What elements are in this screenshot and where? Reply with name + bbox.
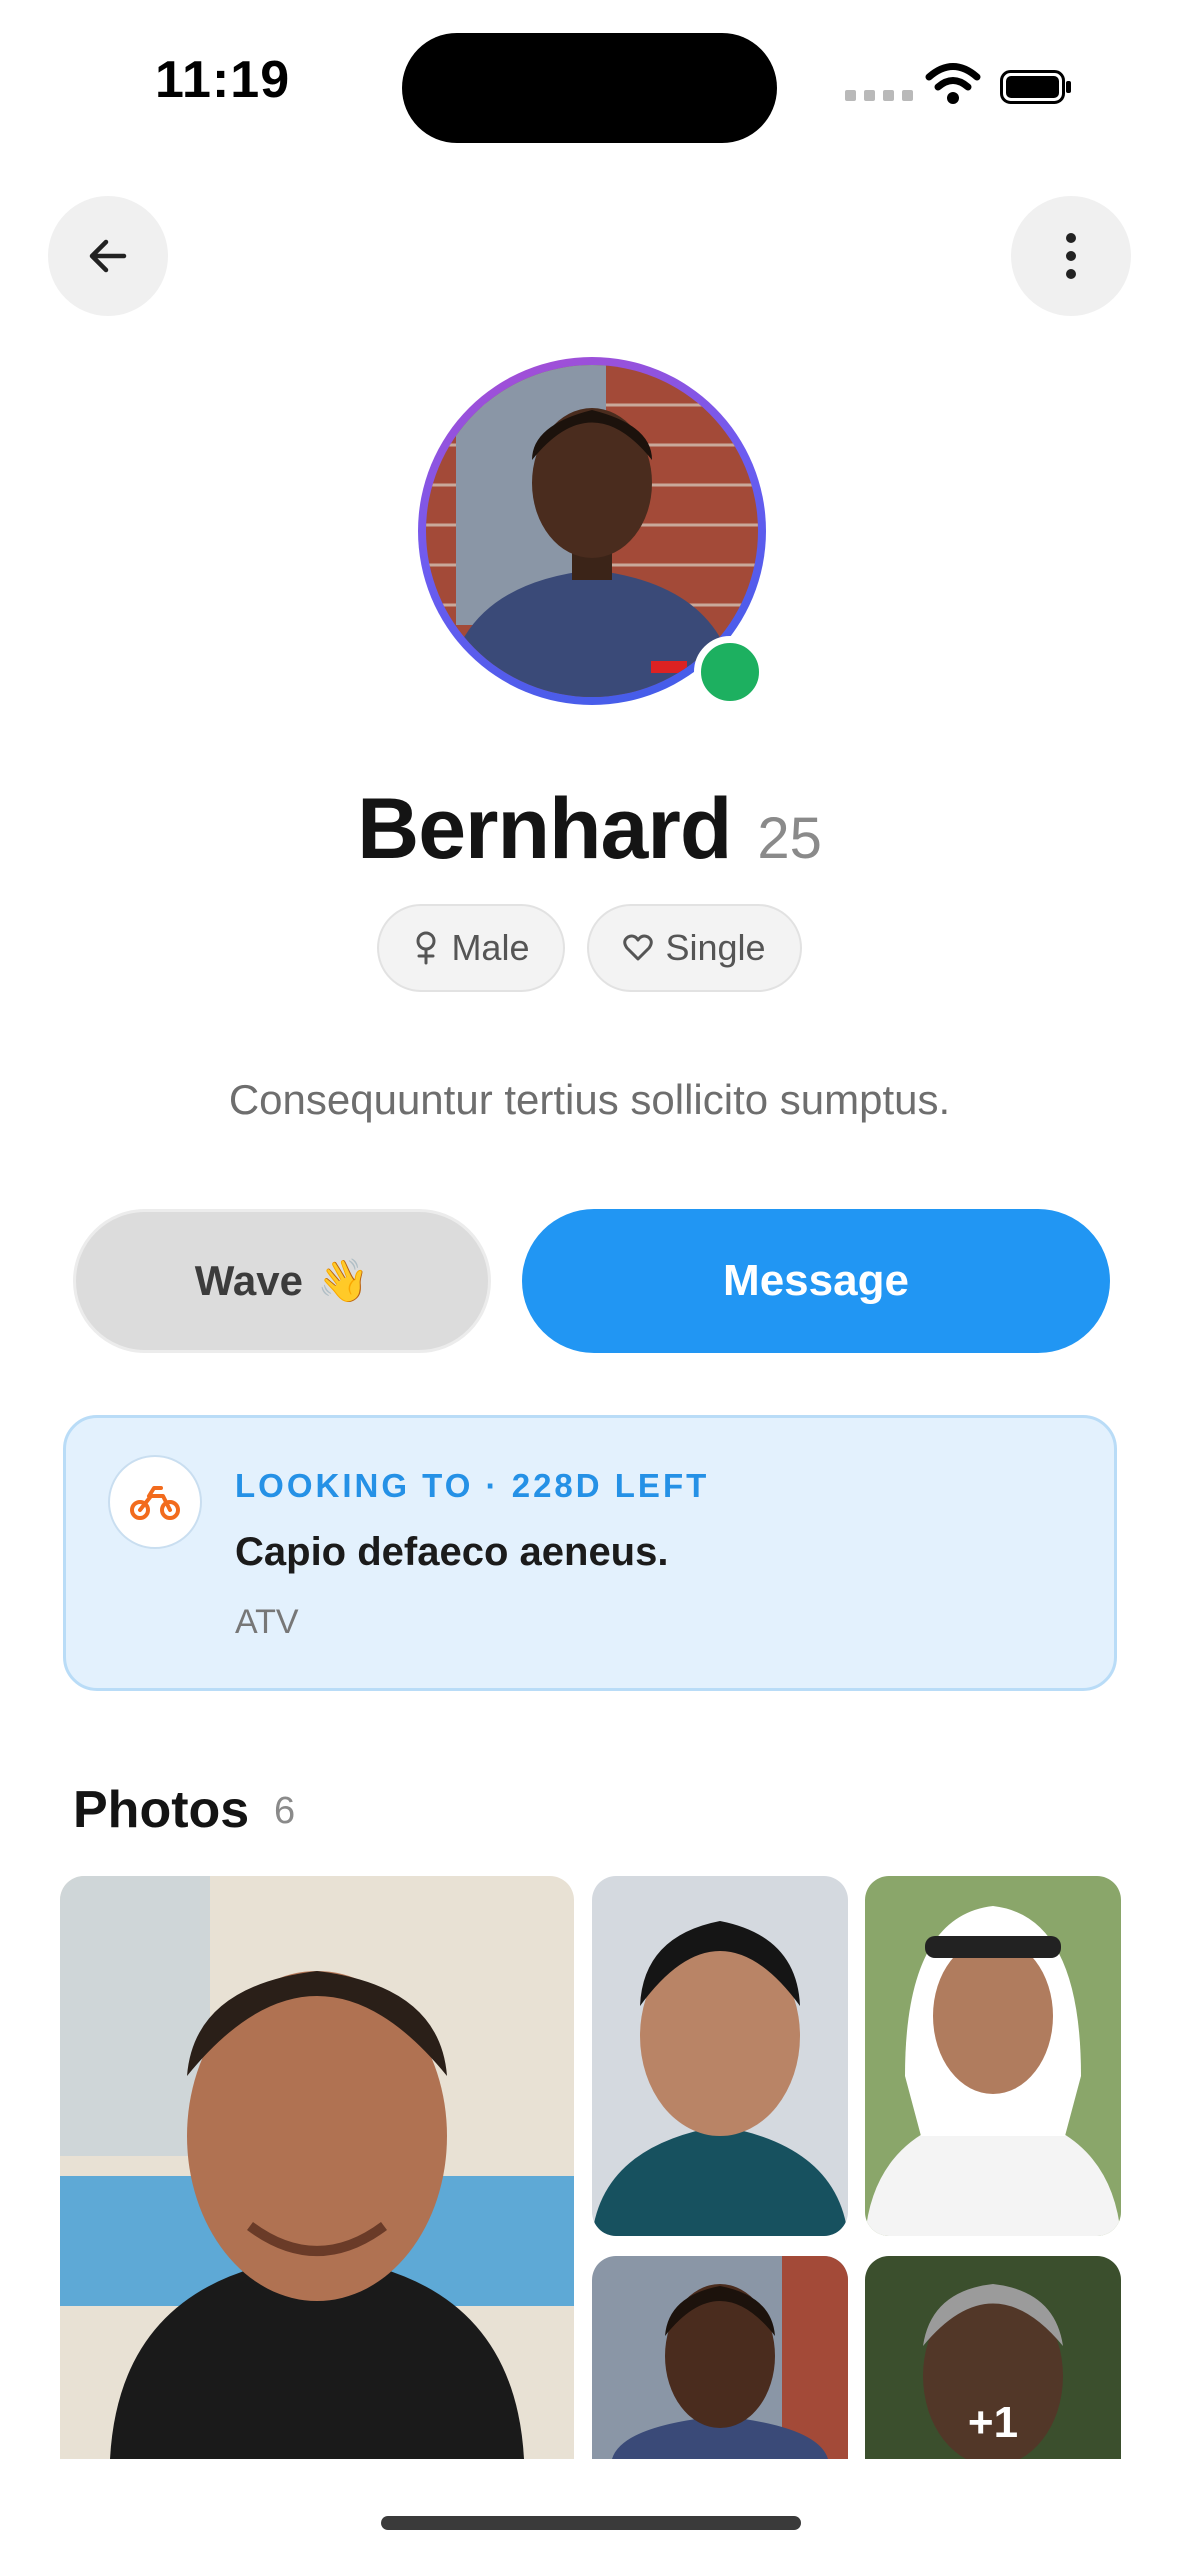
photos-count: 6 <box>274 1790 296 1832</box>
gender-label: Male <box>451 927 530 968</box>
message-button[interactable]: Message <box>522 1209 1110 1353</box>
gender-chip: Male <box>377 904 566 992</box>
looking-label: LOOKING TO · 228D LEFT <box>235 1467 710 1504</box>
heart-icon <box>623 934 654 961</box>
cellular-signal-icon <box>845 90 913 101</box>
wifi-icon <box>925 63 981 104</box>
photos-heading: Photos <box>73 1781 250 1839</box>
more-photos-overlay[interactable]: +1 <box>865 2398 1121 2448</box>
atv-icon <box>130 1486 180 1520</box>
battery-icon <box>1000 70 1071 104</box>
more-vertical-icon <box>1066 233 1076 279</box>
profile-name: Bernhard <box>357 781 732 877</box>
wave-label: Wave <box>194 1257 303 1304</box>
relationship-label: Single <box>665 927 766 968</box>
back-button[interactable] <box>48 196 168 316</box>
home-indicator[interactable] <box>381 2516 801 2530</box>
online-status-dot <box>694 636 766 708</box>
looking-category: ATV <box>235 1603 299 1641</box>
profile-bio: Consequuntur tertius sollicito sumptus. <box>228 1076 951 1123</box>
gender-icon <box>416 931 436 965</box>
name-row: Bernhard 25 <box>0 780 1179 879</box>
more-options-button[interactable] <box>1011 196 1131 316</box>
photo-thumbnail[interactable] <box>865 1876 1121 2236</box>
profile-age: 25 <box>757 806 822 871</box>
wave-button[interactable]: Wave 👋 <box>73 1209 491 1353</box>
looking-icon-badge <box>108 1455 202 1549</box>
photo-thumbnail[interactable] <box>592 2256 848 2459</box>
waving-hand-icon: 👋 <box>316 1256 370 1304</box>
profile-chips: Male Single <box>0 904 1179 992</box>
looking-title: Capio defaeco aeneus. <box>235 1530 669 1574</box>
dynamic-island <box>402 33 777 143</box>
photo-thumbnail[interactable] <box>592 1876 848 2236</box>
arrow-left-icon <box>89 239 127 273</box>
photo-thumbnail[interactable] <box>60 1876 574 2459</box>
status-time: 11:19 <box>155 51 291 109</box>
relationship-chip: Single <box>587 904 802 992</box>
